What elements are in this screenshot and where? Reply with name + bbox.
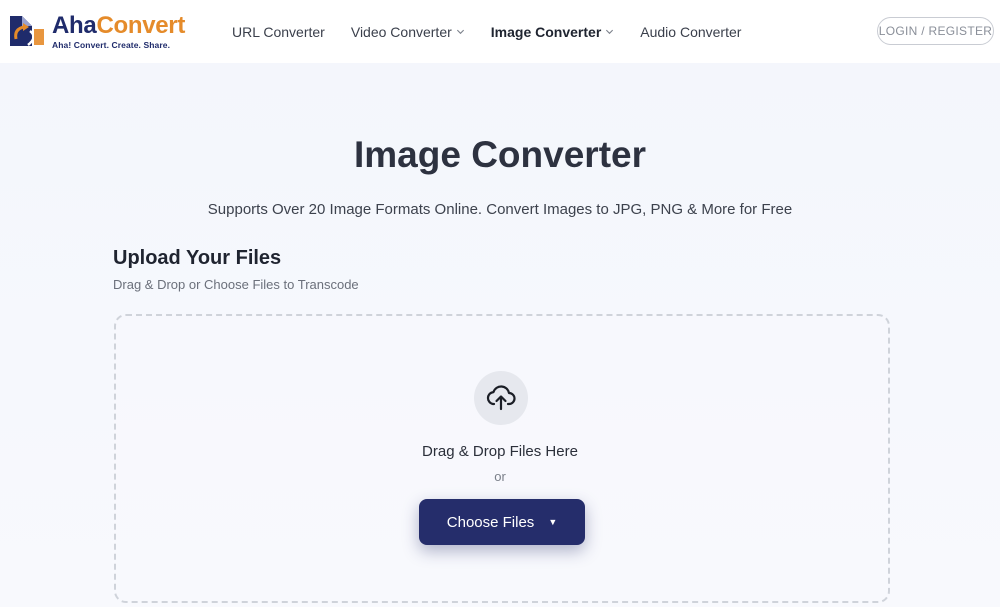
choose-files-button[interactable]: Choose Files ▼ bbox=[419, 499, 585, 545]
page-title: Image Converter bbox=[354, 134, 646, 175]
drop-hint: Drag & Drop Files Here bbox=[422, 443, 578, 460]
nav-item-label: Video Converter bbox=[350, 23, 452, 40]
nav-item-label: Image Converter bbox=[490, 23, 602, 40]
nav-item-label: Audio Converter bbox=[640, 23, 742, 40]
nav-item-label: URL Converter bbox=[232, 23, 325, 40]
chevron-down-icon bbox=[606, 29, 614, 35]
nav-image-converter[interactable]: Image Converter bbox=[491, 24, 614, 40]
caret-down-icon: ▼ bbox=[548, 517, 558, 527]
upload-section-subtitle: Drag & Drop or Choose Files to Transcode bbox=[113, 277, 359, 292]
page-subtitle: Supports Over 20 Image Formats Online. C… bbox=[207, 201, 793, 218]
upload-section-title: Upload Your Files bbox=[113, 247, 282, 269]
choose-files-label: Choose Files bbox=[446, 513, 535, 531]
logo-name-part1: Aha bbox=[52, 12, 97, 40]
chevron-down-icon bbox=[456, 29, 464, 35]
cloud-upload-icon bbox=[486, 385, 516, 411]
upload-icon-container[interactable] bbox=[474, 371, 528, 425]
nav-video-converter[interactable]: Video Converter bbox=[351, 24, 465, 40]
logo-name: AhaConvert bbox=[52, 14, 185, 38]
nav-url-converter[interactable]: URL Converter bbox=[232, 24, 325, 40]
logo[interactable]: AhaConvert Aha! Convert. Create. Share. bbox=[8, 12, 188, 52]
site-header: AhaConvert Aha! Convert. Create. Share. … bbox=[0, 0, 1000, 63]
login-register-button[interactable]: LOGIN / REGISTER bbox=[877, 17, 994, 45]
logo-icon bbox=[10, 16, 44, 46]
or-separator: or bbox=[494, 469, 506, 484]
logo-tagline: Aha! Convert. Create. Share. bbox=[52, 40, 171, 51]
main-nav: URL Converter Video Converter Image Conv… bbox=[232, 0, 767, 63]
logo-name-part2: Convert bbox=[96, 12, 186, 40]
nav-audio-converter[interactable]: Audio Converter bbox=[640, 24, 741, 40]
